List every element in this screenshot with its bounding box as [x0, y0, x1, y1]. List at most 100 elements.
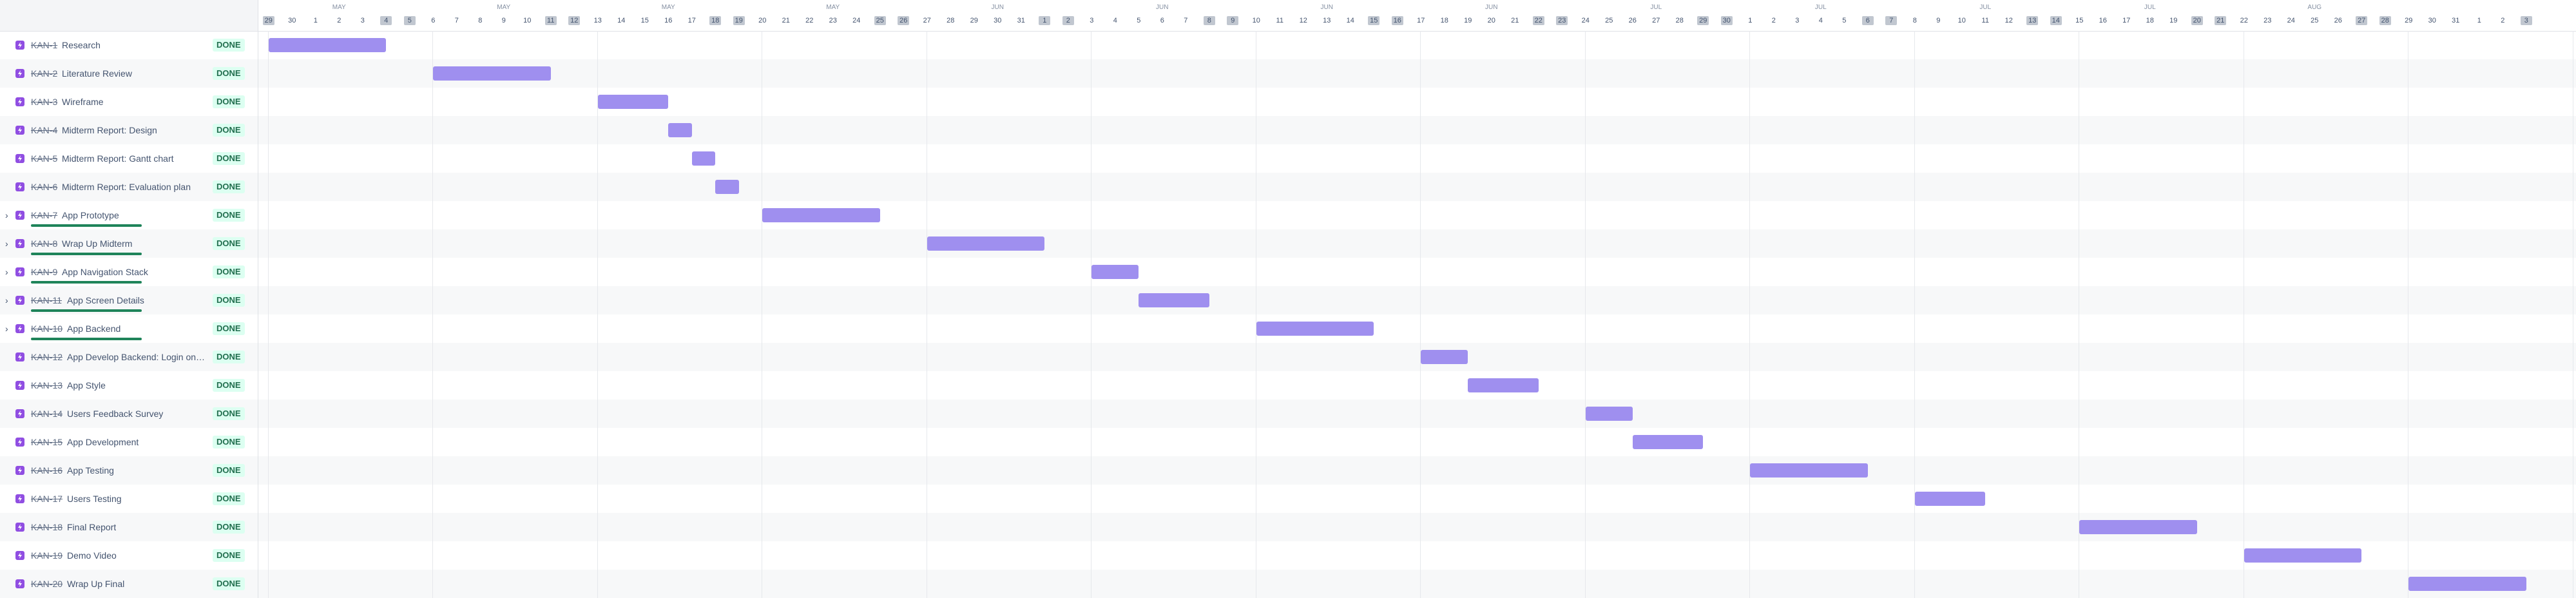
status-badge[interactable]: DONE	[213, 436, 245, 448]
issue-row[interactable]: › KAN-9 App Navigation Stack DONE	[0, 258, 258, 286]
issue-key[interactable]: KAN-5	[31, 153, 57, 164]
issue-row[interactable]: KAN-2 Literature Review DONE	[0, 59, 258, 88]
schedule-bar[interactable]	[1468, 378, 1539, 392]
issue-title[interactable]: App Develop Backend: Login on 1-d...	[67, 352, 206, 362]
status-badge[interactable]: DONE	[213, 265, 245, 278]
schedule-bar[interactable]	[691, 151, 716, 166]
issue-key[interactable]: KAN-9	[31, 267, 57, 277]
issue-key[interactable]: KAN-7	[31, 210, 57, 220]
issue-key[interactable]: KAN-15	[31, 437, 62, 447]
chevron-right-icon[interactable]: ›	[5, 239, 10, 248]
issue-key[interactable]: KAN-10	[31, 323, 62, 334]
issue-row[interactable]: KAN-6 Midterm Report: Evaluation plan DONE	[0, 173, 258, 201]
status-badge[interactable]: DONE	[213, 492, 245, 505]
schedule-bar[interactable]	[1632, 435, 1704, 449]
schedule-bar[interactable]	[715, 180, 739, 194]
issue-key[interactable]: KAN-14	[31, 409, 62, 419]
issue-title[interactable]: Midterm Report: Evaluation plan	[62, 182, 191, 192]
schedule-bar[interactable]	[1585, 407, 1633, 421]
status-badge[interactable]: DONE	[213, 237, 245, 250]
issue-title[interactable]: Demo Video	[67, 550, 117, 561]
issue-title[interactable]: Final Report	[67, 522, 116, 532]
issue-row[interactable]: KAN-20 Wrap Up Final DONE	[0, 570, 258, 598]
schedule-bar[interactable]	[597, 95, 669, 109]
issue-row[interactable]: › KAN-8 Wrap Up Midterm DONE	[0, 229, 258, 258]
issue-title[interactable]: App Backend	[67, 323, 120, 334]
issue-row[interactable]: KAN-1 Research DONE	[0, 31, 258, 59]
issue-row[interactable]: KAN-3 Wireframe DONE	[0, 88, 258, 116]
status-badge[interactable]: DONE	[213, 294, 245, 307]
schedule-bar[interactable]	[668, 123, 692, 137]
issue-title[interactable]: Users Feedback Survey	[67, 409, 163, 419]
schedule-bar[interactable]	[1139, 293, 1209, 307]
issue-key[interactable]: KAN-20	[31, 579, 62, 589]
status-badge[interactable]: DONE	[213, 67, 245, 80]
schedule-bar[interactable]	[1256, 322, 1374, 336]
issue-title[interactable]: App Style	[67, 380, 106, 391]
issue-key[interactable]: KAN-3	[31, 97, 57, 107]
chevron-right-icon[interactable]: ›	[5, 211, 10, 220]
issue-row[interactable]: KAN-12 App Develop Backend: Login on 1-d.…	[0, 343, 258, 371]
issue-key[interactable]: KAN-16	[31, 465, 62, 476]
status-badge[interactable]: DONE	[213, 39, 245, 52]
chevron-right-icon[interactable]: ›	[5, 296, 10, 305]
schedule-bar[interactable]	[268, 38, 387, 52]
issue-row[interactable]: KAN-16 App Testing DONE	[0, 456, 258, 485]
issue-row[interactable]: KAN-15 App Development DONE	[0, 428, 258, 456]
issue-key[interactable]: KAN-18	[31, 522, 62, 532]
issue-key[interactable]: KAN-19	[31, 550, 62, 561]
status-badge[interactable]: DONE	[213, 521, 245, 534]
status-badge[interactable]: DONE	[213, 322, 245, 335]
issue-title[interactable]: Users Testing	[67, 494, 122, 504]
status-badge[interactable]: DONE	[213, 577, 245, 590]
schedule-bar[interactable]	[1914, 492, 1986, 506]
schedule-bar[interactable]	[1091, 265, 1139, 279]
issue-row[interactable]: KAN-19 Demo Video DONE	[0, 541, 258, 570]
schedule-bar[interactable]	[1421, 350, 1468, 364]
chevron-right-icon[interactable]: ›	[5, 324, 10, 333]
status-badge[interactable]: DONE	[213, 379, 245, 392]
issue-key[interactable]: KAN-4	[31, 125, 57, 135]
timeline-panel[interactable]: 29 30 1 2 3 4 5 6 7 8 9 10 11 12 13 14 15 16 17 18 19 20 21 22 2…	[258, 0, 2576, 598]
issue-title[interactable]: Research	[62, 40, 101, 50]
schedule-bar[interactable]	[2079, 520, 2197, 534]
issue-title[interactable]: Literature Review	[62, 68, 132, 79]
issue-key[interactable]: KAN-17	[31, 494, 62, 504]
issue-title[interactable]: Wrap Up Final	[67, 579, 124, 589]
status-badge[interactable]: DONE	[213, 351, 245, 363]
status-badge[interactable]: DONE	[213, 407, 245, 420]
issue-key[interactable]: KAN-11	[31, 295, 62, 305]
status-badge[interactable]: DONE	[213, 152, 245, 165]
issue-key[interactable]: KAN-8	[31, 238, 57, 249]
schedule-bar[interactable]	[433, 66, 551, 81]
schedule-bar[interactable]	[927, 236, 1045, 251]
status-badge[interactable]: DONE	[213, 464, 245, 477]
issue-row[interactable]: KAN-13 App Style DONE	[0, 371, 258, 400]
issue-key[interactable]: KAN-13	[31, 380, 62, 391]
issue-title[interactable]: App Testing	[67, 465, 114, 476]
status-badge[interactable]: DONE	[213, 180, 245, 193]
status-badge[interactable]: DONE	[213, 209, 245, 222]
issue-key[interactable]: KAN-1	[31, 40, 57, 50]
chevron-right-icon[interactable]: ›	[5, 267, 10, 276]
schedule-bar[interactable]	[2244, 548, 2362, 563]
issue-title[interactable]: App Navigation Stack	[62, 267, 148, 277]
issue-row[interactable]: KAN-17 Users Testing DONE	[0, 485, 258, 513]
status-badge[interactable]: DONE	[213, 95, 245, 108]
issue-title[interactable]: App Prototype	[62, 210, 119, 220]
issue-title[interactable]: Midterm Report: Design	[62, 125, 157, 135]
issue-key[interactable]: KAN-2	[31, 68, 57, 79]
issue-row[interactable]: KAN-4 Midterm Report: Design DONE	[0, 116, 258, 144]
issue-key[interactable]: KAN-12	[31, 352, 62, 362]
schedule-bar[interactable]	[1750, 463, 1868, 477]
status-badge[interactable]: DONE	[213, 124, 245, 137]
issue-row[interactable]: KAN-5 Midterm Report: Gantt chart DONE	[0, 144, 258, 173]
issue-row[interactable]: KAN-14 Users Feedback Survey DONE	[0, 400, 258, 428]
issue-title[interactable]: App Development	[67, 437, 139, 447]
issue-title[interactable]: Wireframe	[62, 97, 104, 107]
schedule-bar[interactable]	[2408, 577, 2526, 591]
issue-title[interactable]: Wrap Up Midterm	[62, 238, 132, 249]
issue-key[interactable]: KAN-6	[31, 182, 57, 192]
status-badge[interactable]: DONE	[213, 549, 245, 562]
issue-row[interactable]: › KAN-7 App Prototype DONE	[0, 201, 258, 229]
